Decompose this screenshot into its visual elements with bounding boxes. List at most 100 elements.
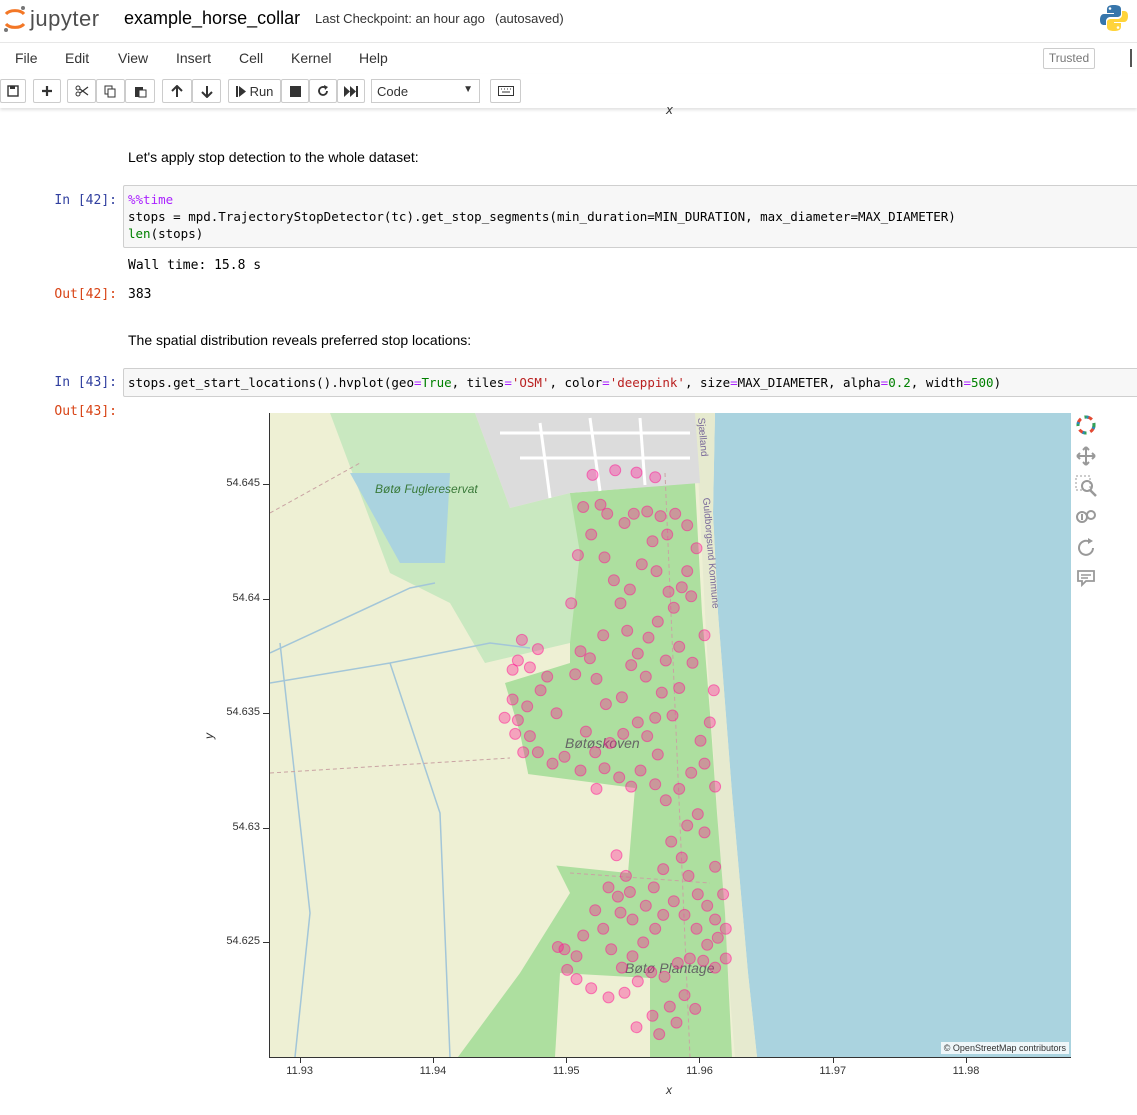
stop-point (634, 764, 647, 777)
bokeh-logo-icon[interactable] (1074, 413, 1098, 437)
stop-point (673, 640, 686, 653)
notebook-name[interactable]: example_horse_collar (124, 8, 300, 29)
stop-point (627, 507, 640, 520)
stop-point (673, 682, 686, 694)
cell-type-select[interactable]: Code ▼ (371, 79, 480, 103)
keyboard-icon (497, 86, 514, 96)
map-canvas[interactable]: Bøtø Fuglereservat Bøtøskoven Bøtø Plant… (269, 413, 1071, 1058)
x-tick-label: 11.95 (552, 1065, 580, 1077)
stop-point (654, 510, 667, 523)
restart-run-all-button[interactable] (337, 79, 365, 103)
code-line: stops.get_start_locations().hvplot(geo=T… (128, 375, 1002, 390)
stop-point (631, 716, 644, 729)
menu-help[interactable]: Help (359, 50, 388, 66)
code-line: (stops) (150, 226, 204, 241)
move-down-button[interactable] (192, 79, 221, 103)
code-cell-input[interactable]: stops.get_start_locations().hvplot(geo=T… (123, 368, 1137, 397)
y-tick-label: 54.63 (232, 820, 260, 833)
hover-tool-icon[interactable] (1074, 566, 1098, 590)
stop-point (709, 913, 722, 926)
stop-point (523, 661, 536, 674)
stop-point (605, 943, 618, 956)
stop-point (598, 551, 611, 564)
move-up-button[interactable] (162, 79, 192, 103)
x-tick-mark (432, 1057, 434, 1063)
fast-forward-icon (344, 85, 358, 97)
previous-plot-x-label: x (666, 103, 674, 117)
stop-point (694, 734, 707, 747)
interrupt-button[interactable] (281, 79, 309, 103)
stop-point (653, 1028, 666, 1041)
insert-cell-button[interactable] (33, 79, 61, 103)
jupyter-wordmark: jupyter (30, 6, 100, 31)
osm-tile-layer: Bøtø Fuglereservat Bøtøskoven Bøtø Plant… (270, 413, 1071, 1057)
x-tick-mark (966, 1057, 968, 1063)
stop-point (585, 528, 598, 541)
stop-point (667, 895, 680, 908)
menu-kernel[interactable]: Kernel (291, 50, 331, 66)
paste-icon (134, 86, 146, 97)
x-tick-mark (566, 1057, 568, 1063)
stop-point (586, 468, 599, 481)
stop-point (598, 762, 611, 775)
run-button[interactable]: Run (228, 79, 281, 103)
copy-button[interactable] (96, 79, 125, 103)
restart-button[interactable] (309, 79, 337, 103)
input-prompt: In [43]: (54, 375, 117, 390)
notebook-area: x Let's apply stop detection to the whol… (0, 103, 1137, 1115)
trusted-indicator[interactable]: Trusted (1043, 48, 1095, 69)
stop-point (583, 652, 596, 665)
stop-point (498, 711, 511, 724)
stop-point (666, 709, 679, 722)
stop-point (609, 464, 622, 477)
box-zoom-tool-icon[interactable] (1074, 474, 1098, 498)
stop-point (625, 659, 638, 672)
stop-point (685, 766, 698, 779)
stop-point (649, 922, 662, 935)
menu-edit[interactable]: Edit (65, 50, 89, 66)
input-prompt: In [42]: (54, 193, 117, 208)
stop-point (561, 963, 574, 976)
sea-area (713, 413, 1071, 1057)
cut-button[interactable] (67, 79, 96, 103)
stop-point (671, 957, 684, 969)
stop-point (610, 849, 623, 862)
stop-point (637, 936, 650, 949)
menu-insert[interactable]: Insert (176, 50, 211, 66)
stop-point (717, 888, 730, 901)
stop-point (691, 808, 704, 821)
stop-point (673, 782, 686, 795)
jupyter-logo[interactable]: jupyter (2, 4, 112, 34)
markdown-cell[interactable]: Let's apply stop detection to the whole … (128, 149, 419, 165)
stop-point (611, 890, 624, 903)
markdown-cell[interactable]: The spatial distribution reveals preferr… (128, 332, 471, 348)
stop-point (517, 746, 530, 759)
y-tick-mark (263, 598, 269, 600)
save-button[interactable] (0, 79, 26, 103)
stop-point (667, 601, 680, 614)
stop-point (647, 881, 660, 894)
stop-point (665, 835, 678, 848)
output-prompt: Out[42]: (54, 287, 117, 302)
stop-point (570, 973, 583, 986)
refresh-icon (318, 85, 328, 96)
command-palette-button[interactable] (490, 79, 521, 103)
stop-point (711, 931, 724, 944)
code-cell-input[interactable]: %%time stops = mpd.TrajectoryStopDetecto… (123, 185, 1137, 248)
stop-point (685, 590, 698, 603)
menu-view[interactable]: View (118, 50, 148, 66)
stop-point (698, 826, 711, 839)
stop-point (589, 746, 602, 759)
menu-cell[interactable]: Cell (239, 50, 263, 66)
x-axis-label: x (666, 1083, 672, 1097)
wheel-zoom-tool-icon[interactable] (1074, 505, 1098, 529)
reset-tool-icon[interactable] (1074, 536, 1098, 560)
menu-file[interactable]: File (15, 50, 38, 66)
stop-point (675, 851, 688, 864)
paste-button[interactable] (125, 79, 155, 103)
stop-point (630, 1021, 643, 1034)
pan-tool-icon[interactable] (1074, 444, 1098, 468)
stop-point (709, 860, 722, 873)
stop-point (657, 908, 670, 921)
stop-point (690, 542, 703, 555)
